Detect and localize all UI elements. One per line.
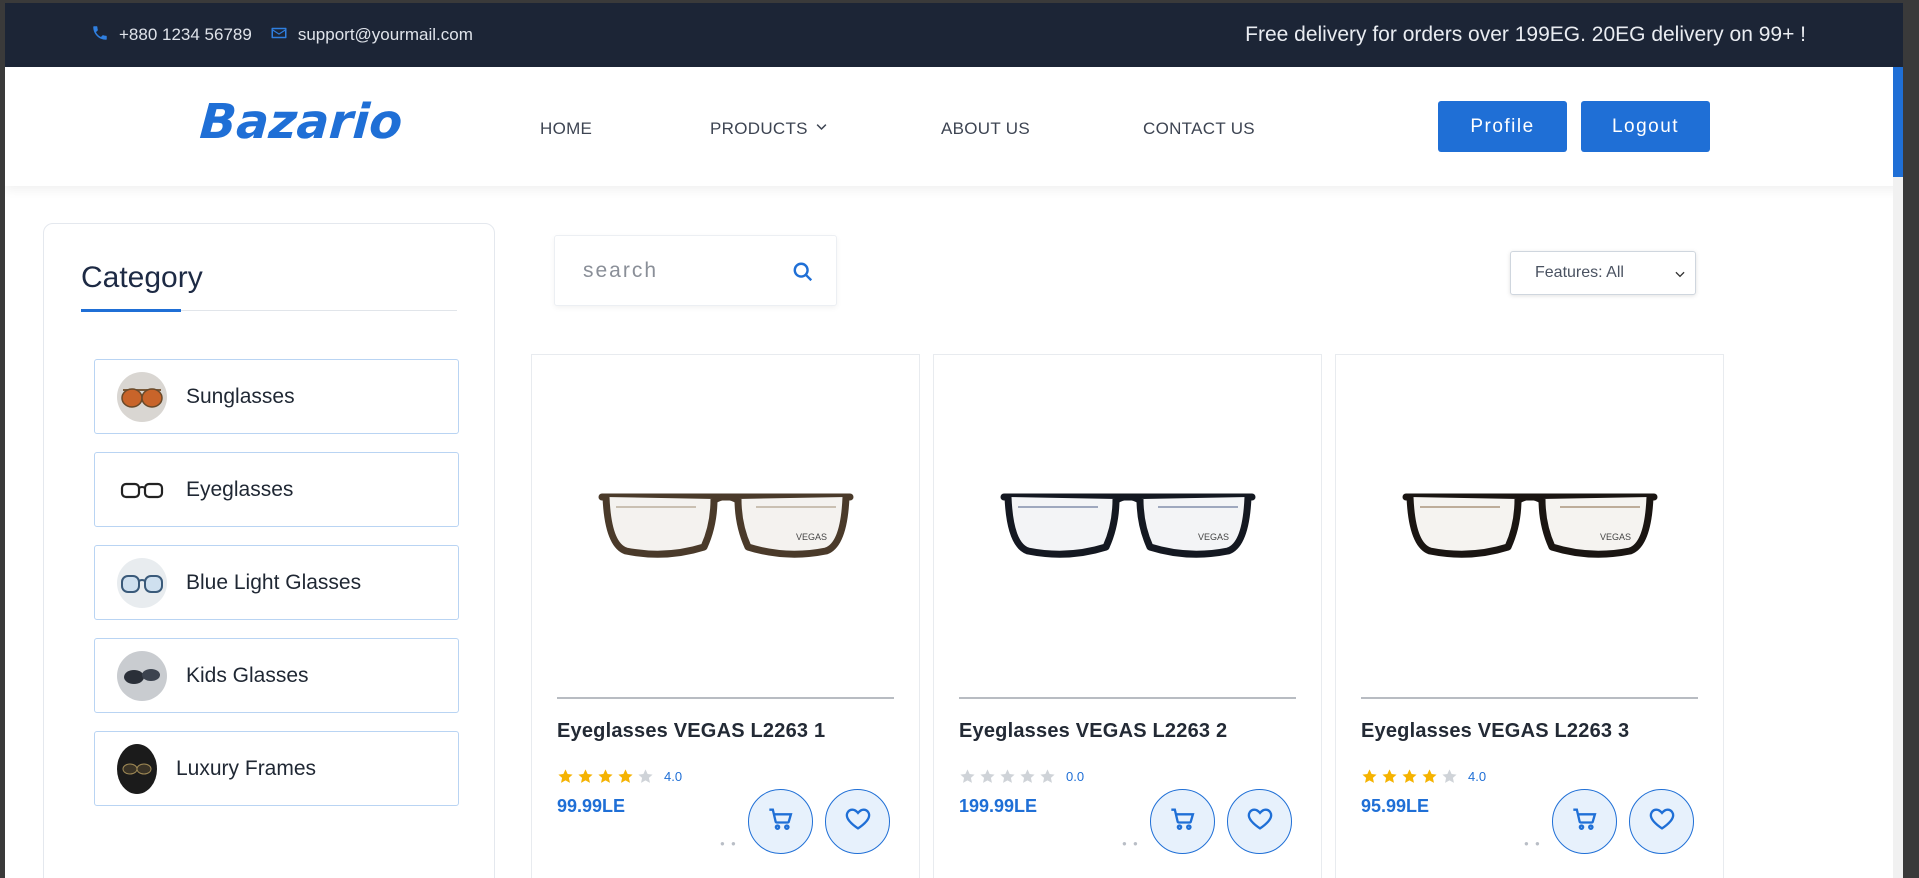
- nav-home[interactable]: HOME: [540, 119, 592, 139]
- category-sidebar: Category Sunglasses Eyeglasses Blue Ligh…: [43, 223, 495, 878]
- add-to-wishlist-button[interactable]: [825, 789, 890, 854]
- top-bar: +880 1234 56789 support@yourmail.com Fre…: [5, 3, 1903, 67]
- category-item-kids[interactable]: Kids Glasses: [94, 638, 459, 713]
- logo[interactable]: Bazario: [198, 94, 404, 150]
- features-select[interactable]: Features: All: [1510, 251, 1696, 295]
- category-label: Eyeglasses: [186, 477, 294, 501]
- card-divider: [1361, 697, 1698, 699]
- product-card[interactable]: VEGAS Eyeglasses VEGAS L2263 1 4.0 99.99…: [531, 354, 920, 878]
- phone-contact[interactable]: +880 1234 56789: [91, 24, 252, 47]
- heart-icon: [1246, 805, 1274, 838]
- category-item-eyeglasses[interactable]: Eyeglasses: [94, 452, 459, 527]
- eyeglasses-icon: [117, 464, 167, 515]
- scrollbar-thumb[interactable]: [1893, 67, 1903, 177]
- star-icon: [1382, 769, 1397, 783]
- add-to-cart-button[interactable]: [1150, 789, 1215, 854]
- star-icon: [1020, 769, 1035, 783]
- category-title: Category: [81, 261, 203, 294]
- add-to-wishlist-button[interactable]: [1227, 789, 1292, 854]
- card-divider: [557, 697, 894, 699]
- add-to-cart-button[interactable]: [1552, 789, 1617, 854]
- product-rating: 0.0: [959, 768, 1084, 785]
- luxury-frames-icon: [117, 743, 157, 794]
- star-icon: [1402, 769, 1417, 783]
- product-price: 99.99LE: [557, 796, 626, 816]
- rating-value: 4.0: [1468, 769, 1487, 784]
- rating-value: 4.0: [664, 769, 683, 784]
- product-card[interactable]: VEGAS Eyeglasses VEGAS L2263 3 4.0 95.99…: [1335, 354, 1724, 878]
- product-image[interactable]: VEGAS: [934, 355, 1321, 695]
- product-rating: 4.0: [1361, 768, 1486, 785]
- email-contact[interactable]: support@yourmail.com: [270, 24, 473, 47]
- category-label: Sunglasses: [186, 384, 295, 408]
- category-label: Blue Light Glasses: [186, 570, 362, 594]
- star-icon: [638, 769, 653, 783]
- category-label: Luxury Frames: [176, 756, 317, 780]
- svg-text:VEGAS: VEGAS: [796, 532, 827, 542]
- cart-icon: [1169, 805, 1197, 838]
- blue-light-glasses-icon: [117, 557, 167, 608]
- contact-info: +880 1234 56789 support@yourmail.com: [91, 24, 473, 47]
- star-icon: [578, 769, 593, 783]
- star-icon: [1422, 769, 1437, 783]
- product-title[interactable]: Eyeglasses VEGAS L2263 1: [557, 720, 825, 743]
- product-rating: 4.0: [557, 768, 682, 785]
- logout-button[interactable]: Logout: [1581, 101, 1710, 152]
- svg-text:VEGAS: VEGAS: [1198, 532, 1229, 542]
- add-to-wishlist-button[interactable]: [1629, 789, 1694, 854]
- search-input[interactable]: [583, 256, 783, 286]
- page: +880 1234 56789 support@yourmail.com Fre…: [5, 3, 1903, 878]
- features-select-value: Features: All: [1535, 264, 1624, 281]
- product-price: 199.99LE: [959, 796, 1038, 816]
- star-icon: [1442, 769, 1457, 783]
- star-icon: [598, 769, 613, 783]
- mail-icon: [270, 24, 288, 47]
- heart-icon: [1648, 805, 1676, 838]
- star-icon: [1000, 769, 1015, 783]
- category-divider-accent: [81, 309, 181, 312]
- category-item-blue-light[interactable]: Blue Light Glasses: [94, 545, 459, 620]
- search-icon[interactable]: [792, 261, 814, 283]
- star-icon: [960, 769, 975, 783]
- phone-number: +880 1234 56789: [119, 25, 252, 44]
- nav-about[interactable]: ABOUT US: [941, 119, 1030, 139]
- carousel-dots: ● ●: [1524, 839, 1542, 848]
- card-divider: [959, 697, 1296, 699]
- svg-text:VEGAS: VEGAS: [1600, 532, 1631, 542]
- nav-contact[interactable]: CONTACT US: [1143, 119, 1255, 139]
- heart-icon: [844, 805, 872, 838]
- star-icon: [980, 769, 995, 783]
- search-box: [554, 235, 837, 306]
- product-image[interactable]: VEGAS: [532, 355, 919, 695]
- cart-icon: [1571, 805, 1599, 838]
- product-title[interactable]: Eyeglasses VEGAS L2263 3: [1361, 720, 1629, 743]
- promo-text: Free delivery for orders over 199EG. 20E…: [1245, 23, 1806, 46]
- nav-products[interactable]: PRODUCTS: [710, 119, 829, 139]
- product-image[interactable]: VEGAS: [1336, 355, 1723, 695]
- star-icon: [618, 769, 633, 783]
- kids-glasses-icon: [117, 650, 167, 701]
- sunglasses-icon: [117, 371, 167, 422]
- carousel-dots: ● ●: [720, 839, 738, 848]
- product-price: 95.99LE: [1361, 796, 1430, 816]
- chevron-down-icon: [814, 119, 829, 139]
- rating-value: 0.0: [1066, 769, 1085, 784]
- category-item-luxury[interactable]: Luxury Frames: [94, 731, 459, 806]
- product-title[interactable]: Eyeglasses VEGAS L2263 2: [959, 720, 1227, 743]
- cart-icon: [767, 805, 795, 838]
- star-icon: [1040, 769, 1055, 783]
- phone-icon: [91, 24, 109, 47]
- star-icon: [1362, 769, 1377, 783]
- carousel-dots: ● ●: [1122, 839, 1140, 848]
- category-item-sunglasses[interactable]: Sunglasses: [94, 359, 459, 434]
- category-label: Kids Glasses: [186, 663, 309, 687]
- page-scrollbar[interactable]: [1893, 67, 1903, 878]
- product-card[interactable]: VEGAS Eyeglasses VEGAS L2263 2 0.0 199.9…: [933, 354, 1322, 878]
- add-to-cart-button[interactable]: [748, 789, 813, 854]
- profile-button[interactable]: Profile: [1438, 101, 1567, 152]
- star-icon: [558, 769, 573, 783]
- nav-products-label: PRODUCTS: [710, 119, 808, 138]
- email-address: support@yourmail.com: [297, 25, 473, 44]
